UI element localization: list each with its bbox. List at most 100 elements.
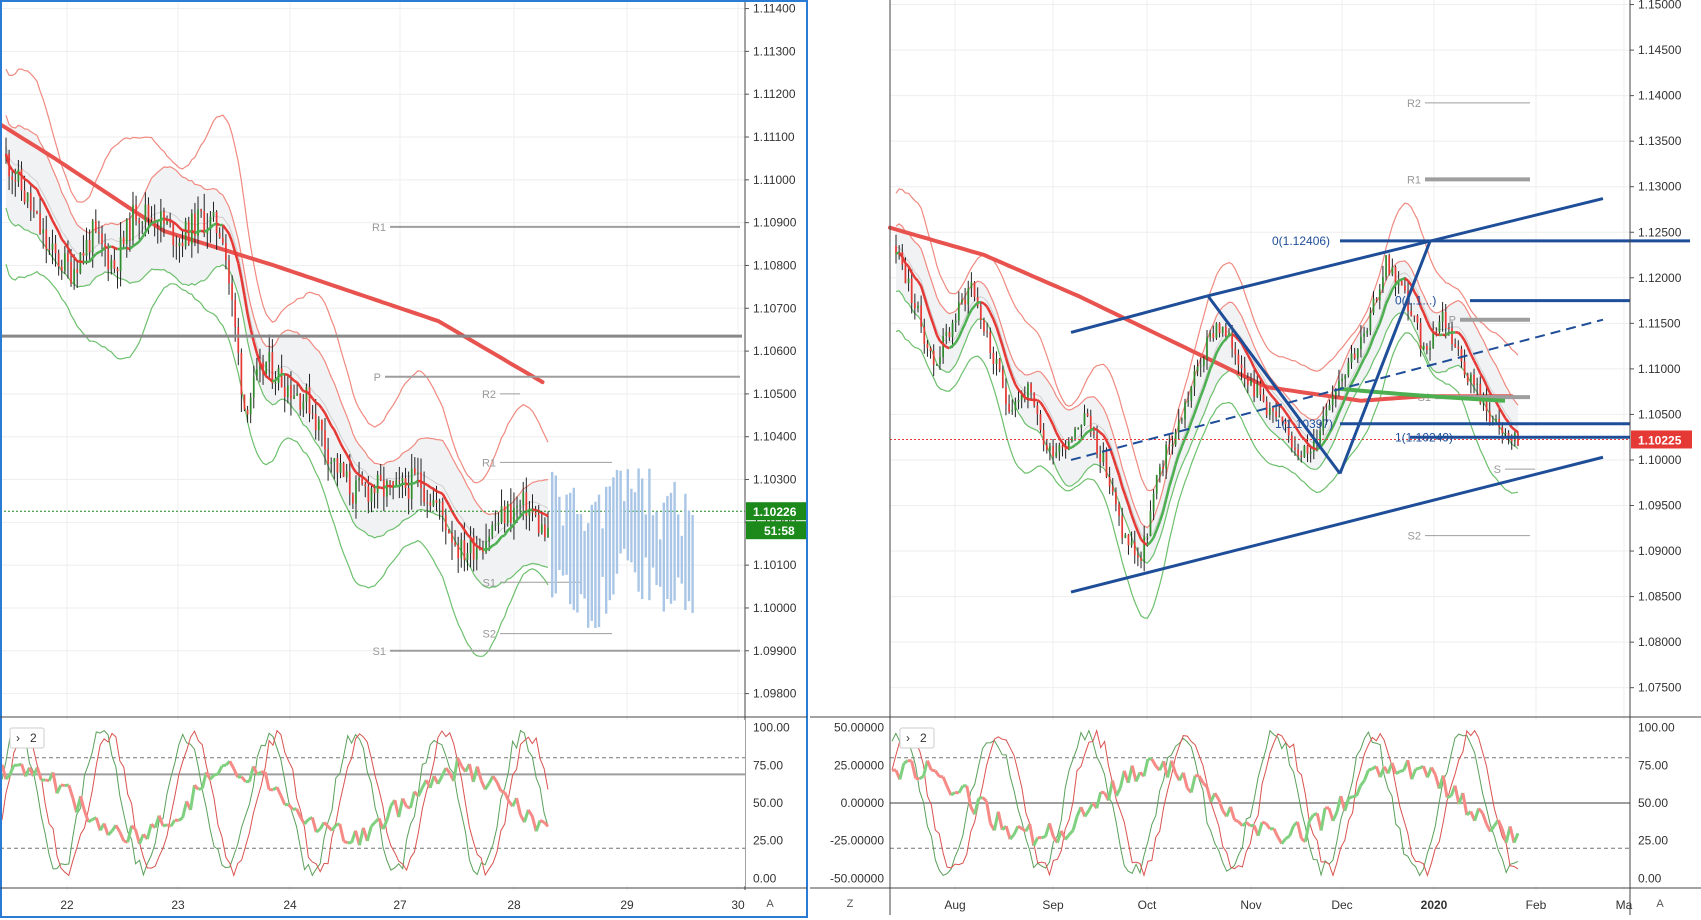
trend-line-segment [203, 229, 208, 233]
candle-body [98, 231, 100, 234]
left-oscillator[interactable]: 100.0075.0050.0025.000.00› 2 [0, 720, 790, 886]
candle-body [417, 472, 419, 474]
osc-y-label: 100.00 [1638, 721, 1675, 735]
candle-body [973, 282, 976, 298]
trend-line-segment [1093, 427, 1098, 431]
candle-body [324, 430, 326, 450]
candle-body [302, 401, 305, 410]
candle-body [1212, 333, 1215, 338]
candle-body [1221, 326, 1224, 334]
projection-bar [590, 504, 593, 621]
x-tick-label: 28 [507, 898, 521, 912]
candle-body [935, 363, 938, 365]
candle-body [1036, 405, 1039, 415]
trend-line-segment [160, 217, 165, 222]
candle-body [544, 524, 546, 537]
candle-body [116, 268, 119, 272]
projection-bar [666, 496, 669, 600]
osc-momentum-segment [1348, 795, 1354, 800]
projection-bar [673, 481, 676, 601]
candle-body [513, 507, 515, 523]
candle-body [1422, 345, 1425, 350]
candle-body [457, 544, 460, 559]
candle-body [506, 503, 509, 524]
y-tick-label: 1.11400 [753, 2, 796, 16]
candle-body [1042, 429, 1045, 445]
trend-line-segment [544, 513, 549, 518]
candle-body [986, 331, 988, 333]
projection-bar [605, 486, 608, 614]
candle-body [979, 305, 982, 320]
candle-body [1448, 328, 1450, 330]
y-tick-label: 1.11200 [753, 87, 796, 101]
candle-body [1262, 394, 1265, 402]
candle-body [1030, 383, 1032, 393]
x-tick-label: Nov [1240, 898, 1261, 912]
candle-body [1174, 432, 1177, 445]
candle-body [1495, 418, 1497, 422]
fib-label: 0(1.12406) [1272, 234, 1330, 248]
candle-body [1297, 449, 1299, 456]
candle-body [1149, 511, 1152, 537]
candle-body [537, 514, 540, 533]
trend-line-segment [529, 508, 533, 512]
candle-body [178, 242, 181, 246]
candle-body [386, 481, 388, 497]
projection-bar [655, 511, 658, 586]
osc-toggle[interactable]: › 2 [9, 727, 45, 749]
trend-line-segment [23, 178, 29, 182]
osc-toggle-label: 2 [30, 731, 37, 745]
trend-line-segment [532, 508, 536, 512]
y-tick-label: 1.09800 [753, 687, 797, 701]
trend-line-segment [132, 243, 137, 248]
osc-momentum-segment [1395, 770, 1401, 776]
x-tick-label: Feb [1526, 898, 1547, 912]
osc-y-label: 75.00 [753, 758, 783, 772]
candle-body [327, 449, 329, 464]
candle-body [1369, 312, 1372, 331]
candle-body [39, 213, 41, 234]
candle-body [1419, 322, 1422, 350]
y-tick-label: 1.10500 [1638, 407, 1682, 421]
candle-body [1137, 555, 1139, 558]
osc-toggle[interactable]: › 2 [899, 727, 935, 749]
candle-body [1246, 377, 1249, 385]
axis-zoom-label: Z [847, 898, 854, 910]
projection-bar [662, 502, 665, 612]
candle-body [1168, 444, 1171, 447]
candle-body [215, 211, 218, 234]
osc-left-label: -25.00000 [830, 834, 884, 848]
y-tick-label: 1.10400 [753, 430, 797, 444]
osc-momentum-segment [221, 763, 227, 768]
trend-line-segment [501, 534, 506, 538]
candle-body [330, 462, 333, 464]
y-tick-label: 1.08000 [1638, 635, 1682, 649]
candle-body [942, 335, 944, 358]
candle-body [426, 502, 429, 504]
x-tick-label: 22 [60, 898, 74, 912]
candle-body [1488, 411, 1491, 423]
candle-body [413, 468, 416, 474]
trend-line-segment [154, 219, 159, 224]
projection-bar [551, 471, 554, 598]
candle-body [321, 419, 323, 431]
candle-body [1045, 444, 1048, 451]
candle-body [283, 387, 286, 398]
y-tick-label: 1.10100 [753, 558, 797, 572]
candle-body [475, 547, 478, 560]
trend-line-segment [185, 229, 190, 234]
candle-body [1027, 383, 1029, 399]
candle-body [1121, 515, 1124, 538]
projection-bar [680, 535, 683, 584]
candle-body [1400, 280, 1403, 286]
candle-body [355, 480, 357, 504]
candle-body [367, 486, 370, 502]
candle-body [1140, 557, 1142, 561]
osc-y-label: 50.00 [753, 796, 783, 810]
right-oscillator[interactable]: 100.00 75.00 50.00 25.00 0.00 50.00000 25.0000… [830, 720, 1675, 886]
candle-body [534, 512, 537, 515]
osc-momentum-segment [1017, 824, 1023, 830]
candle-body [967, 288, 970, 305]
y-tick-label: 1.09000 [1638, 544, 1682, 558]
x-tick-label: 2020 [1421, 898, 1448, 912]
